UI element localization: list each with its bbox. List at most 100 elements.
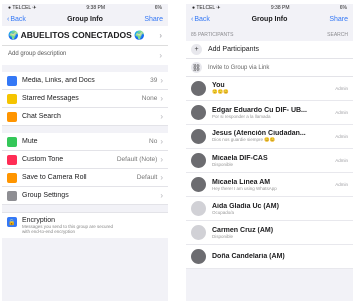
back-button[interactable]: ‹ Back (7, 16, 26, 23)
back-label: Back (10, 15, 26, 23)
participant-row[interactable]: Edgar Eduardo Cu DIF- UB... Por si respon… (186, 101, 353, 125)
add-participants-button[interactable]: + Add Participants (186, 41, 353, 59)
avatar (191, 105, 206, 120)
avatar (191, 177, 206, 192)
description-placeholder: Add group description (8, 51, 67, 57)
search-participants-button[interactable]: SEARCH (327, 32, 348, 38)
settings-row-label: Mute (22, 138, 38, 145)
participant-status: 🙂🙂😊 (212, 89, 229, 94)
group-info-panel-left: ● TELCEL ✈ 9:38 PM 6% ‹ Back Group Info S… (2, 4, 168, 301)
chevron-left-icon: ‹ (191, 15, 194, 23)
chevron-right-icon: › (160, 155, 163, 164)
settings-row-value: Default (Note) (116, 156, 158, 163)
participant-status: Disponible (212, 233, 234, 239)
participant-row[interactable]: Doña Candelaria (AM) (186, 245, 353, 269)
participant-row[interactable]: Micaela DIF-CAS Disponible Admin (186, 149, 353, 173)
status-bar: ● TELCEL ✈ 9:38 PM 6% (186, 4, 353, 12)
lock-icon: 🔒 (7, 217, 17, 227)
admin-badge: Admin (335, 134, 348, 139)
chevron-right-icon: › (160, 137, 163, 146)
participant-name: Micaela DIF-CAS (212, 154, 268, 162)
download-icon (7, 172, 17, 183)
admin-badge: Admin (335, 110, 348, 115)
encryption-line2: with end-to-end encryption (22, 229, 76, 234)
settings-row[interactable]: Chat Search › (2, 108, 168, 126)
settings-row-value: 39 (150, 77, 158, 84)
participant-status: Hey there! I am using WhatsApp (212, 185, 277, 191)
encryption-title: Encryption (22, 217, 56, 224)
settings-row-value: No (149, 138, 158, 145)
settings-row-label: Starred Messages (22, 95, 79, 102)
participant-name: Jesus (Atención Ciudadan... (212, 130, 306, 137)
page-title: Group Info (67, 15, 103, 23)
admin-badge: Admin (335, 86, 348, 91)
settings-row[interactable]: Media, Links, and Docs 39 › (2, 72, 168, 90)
back-button[interactable]: ‹ Back (191, 16, 210, 23)
settings-row[interactable]: Group Settings › (2, 187, 168, 205)
participant-status: Ocupado/a (212, 209, 235, 215)
participant-row[interactable]: You 🙂🙂😊 Admin (186, 77, 353, 101)
settings-row[interactable]: Starred Messages None › (2, 90, 168, 108)
participant-row[interactable]: Carmen Cruz (AM) Disponible (186, 221, 353, 245)
participants-header: 85 PARTICIPANTS SEARCH (186, 26, 353, 41)
share-button[interactable]: Share (329, 16, 348, 23)
settings-row[interactable]: Save to Camera Roll Default › (2, 169, 168, 187)
chevron-left-icon: ‹ (7, 15, 10, 23)
avatar (191, 225, 206, 240)
chevron-right-icon: › (159, 51, 162, 60)
avatar (191, 201, 206, 216)
back-label: Back (194, 15, 210, 23)
gear-icon (7, 190, 17, 201)
settings-row-label: Chat Search (22, 113, 61, 120)
participant-name: Aida Gladia Uc (AM) (212, 202, 279, 210)
carrier-label: ● TELCEL ✈ (8, 5, 37, 11)
participant-name: You (212, 82, 225, 89)
participant-name: Doña Candelaria (AM) (212, 253, 285, 260)
share-button[interactable]: Share (144, 16, 163, 23)
chevron-right-icon: › (160, 94, 163, 103)
chevron-right-icon: › (160, 173, 163, 182)
avatar (191, 153, 206, 168)
settings-row-label: Custom Tone (22, 156, 64, 163)
group-info-panel-right: ● TELCEL ✈ 9:38 PM 6% ‹ Back Group Info S… (186, 4, 353, 301)
battery-label: 6% (154, 5, 162, 11)
nav-bar: ‹ Back Group Info Share (186, 12, 353, 26)
settings-row-label: Save to Camera Roll (22, 174, 87, 181)
add-description-row[interactable]: Add group description › (2, 46, 168, 65)
admin-badge: Admin (335, 158, 348, 163)
participant-status: Por si responder a la llamada (212, 113, 271, 119)
search-icon (7, 111, 17, 122)
participant-row[interactable]: Jesus (Atención Ciudadan... Dios nos guar… (186, 125, 353, 149)
settings-row-label: Group Settings (22, 192, 69, 199)
settings-row-label: Media, Links, and Docs (22, 77, 95, 84)
settings-row[interactable]: Custom Tone Default (Note) › (2, 151, 168, 169)
participant-name: Micaela Linea AM (212, 178, 271, 186)
avatar (191, 81, 206, 96)
media-icon (7, 75, 17, 86)
participant-row[interactable]: Aida Gladia Uc (AM) Ocupado/a (186, 197, 353, 221)
globe-icon: 🌍 (134, 30, 145, 40)
group-name-row[interactable]: 🌍 ABUELITOS CONECTADOS 🌍 › (2, 26, 168, 46)
participant-name: Carmen Cruz (AM) (212, 226, 274, 234)
settings-row-value: None (141, 95, 158, 102)
avatar (191, 249, 206, 264)
chevron-right-icon: › (160, 191, 163, 200)
participant-status: Dios nos guardie siempre 😊😊 (212, 137, 276, 142)
status-bar: ● TELCEL ✈ 9:38 PM 6% (2, 4, 168, 12)
star-icon (7, 93, 17, 104)
clock-label: 9:38 PM (86, 5, 105, 11)
chevron-right-icon: › (159, 31, 162, 40)
speaker-icon (7, 136, 17, 147)
participant-row[interactable]: Micaela Linea AM Hey there! I am using Wh… (186, 173, 353, 197)
invite-link-button[interactable]: ⛓ Invite to Group via Link (186, 59, 353, 77)
plus-icon: + (191, 44, 202, 55)
clock-label: 9:38 PM (270, 5, 290, 11)
encryption-row[interactable]: 🔒 Encryption Messages you send to this g… (2, 212, 168, 238)
tone-icon (7, 154, 17, 165)
settings-row[interactable]: Mute No › (2, 133, 168, 151)
group-name: ABUELITOS CONECTADOS (20, 30, 132, 40)
add-participants-label: Add Participants (208, 46, 259, 53)
participants-count: 85 PARTICIPANTS (191, 32, 234, 38)
avatar (191, 129, 206, 144)
nav-bar: ‹ Back Group Info Share (2, 12, 168, 26)
